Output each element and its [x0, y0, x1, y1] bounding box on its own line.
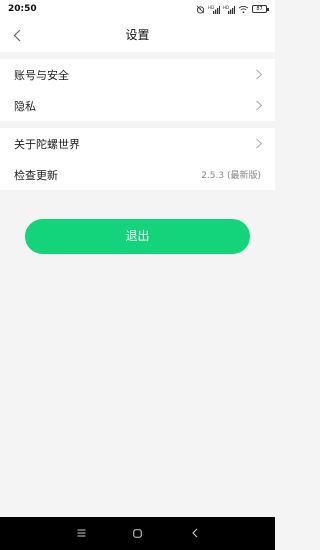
- back-icon: [192, 528, 198, 538]
- chevron-right-icon: [256, 138, 263, 149]
- settings-item-about[interactable]: 关于陀螺世界: [0, 128, 275, 159]
- chevron-right-icon: [256, 100, 263, 111]
- page-title: 设置: [125, 28, 150, 42]
- settings-item-check-update[interactable]: 检查更新 2.5.3 (最新版): [0, 159, 275, 190]
- svg-text:HD: HD: [208, 5, 214, 10]
- system-nav-bar: [0, 517, 275, 550]
- settings-item-label: 关于陀螺世界: [14, 137, 80, 151]
- battery-icon: 87: [252, 5, 269, 13]
- home-icon: [132, 528, 142, 538]
- settings-item-label: 检查更新: [14, 168, 58, 182]
- status-bar: 20:50 HD HD 87: [0, 0, 275, 18]
- settings-item-label: 隐私: [14, 99, 36, 113]
- header: 设置: [0, 18, 275, 52]
- settings-item-privacy[interactable]: 隐私: [0, 90, 275, 121]
- logout-button[interactable]: 退出: [25, 219, 250, 254]
- signal-hd-icon: HD: [223, 5, 235, 14]
- signal-hd-icon: HD: [208, 5, 220, 14]
- settings-item-label: 账号与安全: [14, 68, 69, 82]
- status-time: 20:50: [8, 4, 37, 14]
- menu-icon: [77, 529, 85, 537]
- status-icons: HD HD 87: [196, 4, 269, 14]
- chevron-right-icon: [256, 69, 263, 80]
- wifi-icon: [238, 5, 249, 14]
- settings-group-about: 关于陀螺世界 检查更新 2.5.3 (最新版): [0, 128, 275, 190]
- nav-home-button[interactable]: [129, 525, 145, 541]
- settings-item-account-security[interactable]: 账号与安全: [0, 59, 275, 90]
- alarm-icon: [196, 5, 205, 14]
- nav-menu-button[interactable]: [73, 525, 89, 541]
- nav-back-button[interactable]: [187, 525, 203, 541]
- version-value: 2.5.3 (最新版): [201, 171, 261, 181]
- settings-group-account: 账号与安全 隐私: [0, 59, 275, 121]
- settings-screen: 20:50 HD HD 87 设置 账号与安全 隐私 关于陀螺世界 检查更新 2…: [0, 0, 275, 550]
- svg-text:HD: HD: [223, 5, 229, 10]
